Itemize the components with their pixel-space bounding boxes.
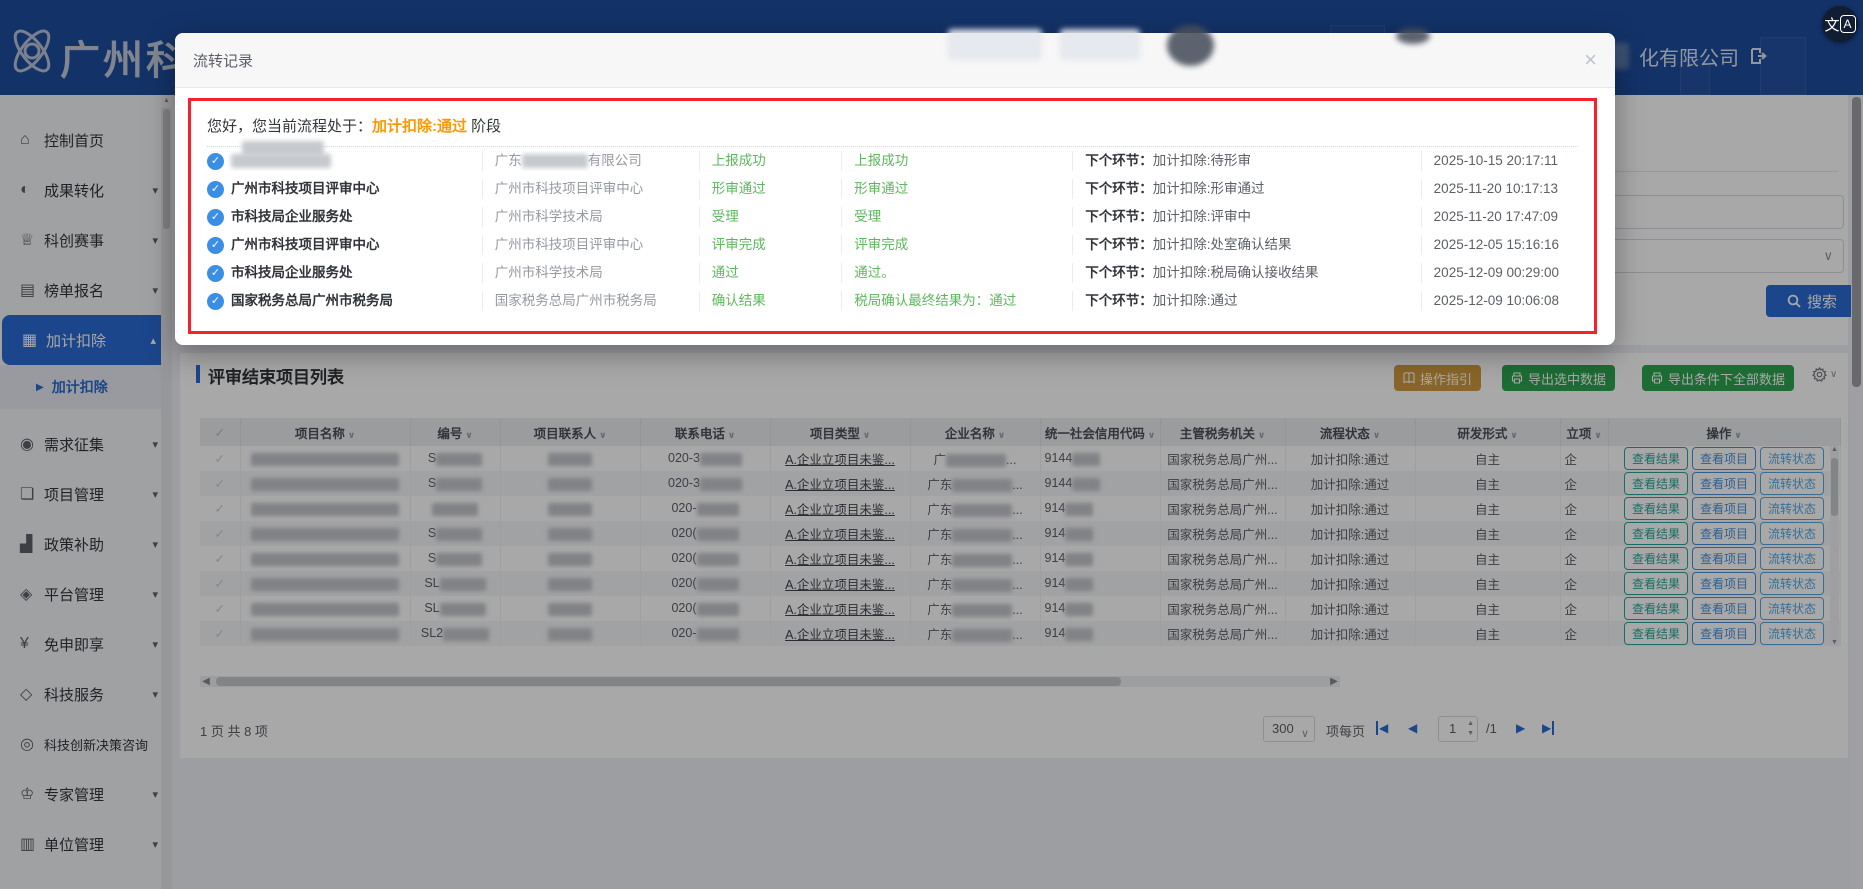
flow-status: 通过: [699, 263, 841, 283]
flow-time: 2025-10-15 20:17:11: [1421, 151, 1580, 171]
flow-org-fullname: 广州市科技项目评审中心: [482, 179, 699, 199]
flow-status-detail: 形审通过: [841, 179, 1072, 199]
flow-status-detail: 上报成功: [841, 151, 1072, 171]
flow-time: 2025-11-20 10:17:13: [1421, 179, 1580, 199]
check-circle-icon: ✓: [207, 293, 224, 310]
redacted-text: [242, 141, 324, 156]
flow-status-detail: 税局确认最终结果为：通过: [841, 291, 1072, 311]
check-circle-icon: ✓: [207, 209, 224, 226]
flow-org: ✓市科技局企业服务处: [205, 207, 482, 227]
check-circle-icon: ✓: [207, 237, 224, 254]
flow-status: 形审通过: [699, 179, 841, 199]
app-page: 广州科技 化有限公司 文A ⌂控制首页◐成果转化▾♕科创赛事▾▤榜单报名▾▦加计…: [0, 0, 1863, 889]
flow-highlight-box: 您好，您当前流程处于：加计扣除:通过 阶段 ✓广东有限公司上报成功上报成功下个环…: [188, 98, 1597, 334]
flow-time: 2025-12-09 10:06:08: [1421, 291, 1580, 311]
flow-record-row: ✓市科技局企业服务处广州市科学技术局通过通过。下个环节：加计扣除:税局确认接收结…: [205, 259, 1580, 287]
flow-status: 受理: [699, 207, 841, 227]
flow-org-fullname: 广州市科技项目评审中心: [482, 235, 699, 255]
flow-stage-message: 您好，您当前流程处于：加计扣除:通过 阶段: [205, 111, 1580, 146]
flow-org: ✓广州市科技项目评审中心: [205, 179, 482, 199]
redacted-avatar: [1167, 25, 1214, 66]
modal-title: 流转记录: [193, 50, 253, 71]
flow-next-step: 下个环节：加计扣除:评审中: [1072, 207, 1420, 227]
redacted-org: [231, 154, 331, 168]
flow-status: 评审完成: [699, 235, 841, 255]
flow-org-fullname: 广东有限公司: [482, 151, 699, 171]
flow-record-row: ✓国家税务总局广州市税务局国家税务总局广州市税务局确认结果税局确认最终结果为：通…: [205, 287, 1580, 315]
flow-records-list: ✓广东有限公司上报成功上报成功下个环节：加计扣除:待形审2025-10-15 2…: [205, 147, 1580, 315]
modal-title-bar: 流转记录 ×: [175, 33, 1615, 88]
flow-org: ✓国家税务总局广州市税务局: [205, 291, 482, 311]
flow-org: ✓广州市科技项目评审中心: [205, 235, 482, 255]
check-circle-icon: ✓: [207, 265, 224, 282]
close-icon[interactable]: ×: [1584, 49, 1597, 71]
flow-next-step: 下个环节：加计扣除:税局确认接收结果: [1072, 263, 1420, 283]
flow-next-step: 下个环节：加计扣除:待形审: [1072, 151, 1420, 171]
redacted-header-item: [948, 29, 1042, 60]
flow-record-row: ✓广州市科技项目评审中心广州市科技项目评审中心形审通过形审通过下个环节：加计扣除…: [205, 175, 1580, 203]
flow-status-detail: 评审完成: [841, 235, 1072, 255]
flow-next-step: 下个环节：加计扣除:通过: [1072, 291, 1420, 311]
flow-record-row: ✓市科技局企业服务处广州市科学技术局受理受理下个环节：加计扣除:评审中2025-…: [205, 203, 1580, 231]
flow-status-detail: 通过。: [841, 263, 1072, 283]
flow-status: 上报成功: [699, 151, 841, 171]
flow-next-step: 下个环节：加计扣除:形审通过: [1072, 179, 1420, 199]
flow-record-row: ✓广州市科技项目评审中心广州市科技项目评审中心评审完成评审完成下个环节：加计扣除…: [205, 231, 1580, 259]
flow-org-fullname: 国家税务总局广州市税务局: [482, 291, 699, 311]
flow-next-step: 下个环节：加计扣除:处室确认结果: [1072, 235, 1420, 255]
check-circle-icon: ✓: [207, 153, 224, 170]
flow-org: ✓市科技局企业服务处: [205, 263, 482, 283]
flow-status-detail: 受理: [841, 207, 1072, 227]
flow-time: 2025-12-09 00:29:00: [1421, 263, 1580, 283]
translate-icon[interactable]: 文A: [1822, 6, 1858, 42]
flow-record-row: ✓广东有限公司上报成功上报成功下个环节：加计扣除:待形审2025-10-15 2…: [205, 147, 1580, 175]
flow-time: 2025-12-05 15:16:16: [1421, 235, 1580, 255]
flow-status: 确认结果: [699, 291, 841, 311]
redacted-avatar: [1396, 28, 1430, 44]
flow-org-fullname: 广州市科学技术局: [482, 207, 699, 227]
flow-time: 2025-11-20 17:47:09: [1421, 207, 1580, 227]
current-stage: 加计扣除:通过: [372, 118, 467, 135]
flow-org-fullname: 广州市科学技术局: [482, 263, 699, 283]
check-circle-icon: ✓: [207, 181, 224, 198]
flow-record-modal: 流转记录 × 您好，您当前流程处于：加计扣除:通过 阶段 ✓广东有限公司上报成功…: [175, 33, 1615, 345]
redacted-header-item: [1060, 29, 1140, 60]
